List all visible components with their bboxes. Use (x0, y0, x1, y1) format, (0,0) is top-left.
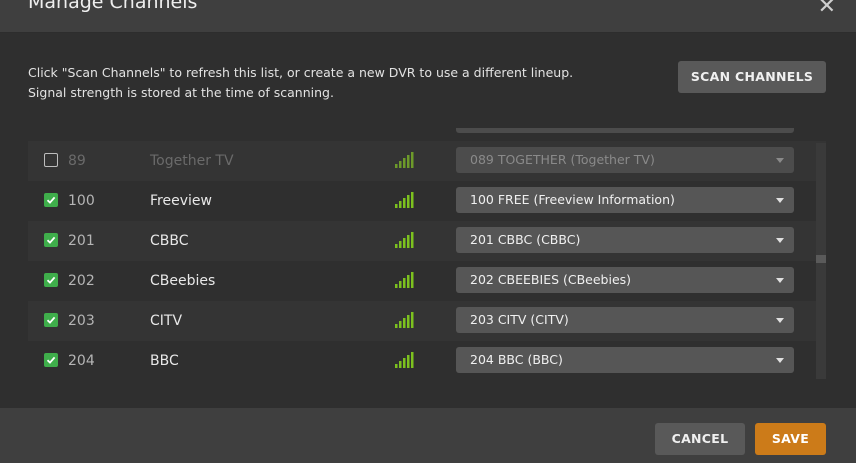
signal-strength-icon (395, 351, 417, 373)
channel-number: 204 (68, 353, 95, 369)
channel-mapping-select[interactable]: 204 BBC (BBC) (456, 347, 794, 373)
channel-name: CBBC (150, 233, 189, 249)
scrollbar[interactable] (816, 143, 826, 379)
channel-number: 202 (68, 273, 95, 289)
channel-mapping-value: 100 FREE (Freeview Information) (470, 192, 675, 207)
dialog-footer: CANCEL SAVE (0, 408, 856, 463)
channel-mapping-select[interactable]: 100 FREE (Freeview Information) (456, 187, 794, 213)
chevron-down-icon (776, 198, 784, 203)
checkbox-checked[interactable] (44, 193, 58, 207)
checkbox-checked[interactable] (44, 353, 58, 367)
close-icon[interactable]: ✕ (818, 0, 836, 19)
save-button[interactable]: SAVE (755, 423, 826, 455)
channel-mapping-select[interactable]: 089 TOGETHER (Together TV) (456, 147, 794, 173)
signal-strength-icon (395, 151, 417, 173)
scrollbar-thumb[interactable] (816, 255, 826, 263)
channel-mapping-value: 201 CBBC (CBBC) (470, 232, 581, 247)
channel-name: BBC (150, 353, 179, 369)
channel-row: 85 Hochanda 085 HOCH (Hochanda) (28, 128, 826, 141)
signal-strength-icon (395, 128, 417, 133)
checkbox-checked[interactable] (44, 273, 58, 287)
channel-row: 203 CITV 203 CITV (CITV) (28, 301, 826, 341)
description-text: Click "Scan Channels" to refresh this li… (28, 65, 574, 100)
chevron-down-icon (776, 278, 784, 283)
dialog-header: Manage Channels ✕ (0, 0, 856, 33)
channel-number: 100 (68, 193, 95, 209)
channel-mapping-select[interactable]: 201 CBBC (CBBC) (456, 227, 794, 253)
channel-name: CITV (150, 313, 183, 329)
channel-row: 89 Together TV 089 TOGETHER (Together TV) (28, 141, 826, 181)
chevron-down-icon (776, 318, 784, 323)
channel-number: 203 (68, 313, 95, 329)
channel-mapping-value: 203 CITV (CITV) (470, 312, 569, 327)
channel-mapping-select[interactable]: 203 CITV (CITV) (456, 307, 794, 333)
channel-number: 89 (68, 153, 86, 169)
signal-strength-icon (395, 271, 417, 293)
channel-name: Freeview (150, 193, 212, 209)
channel-mapping-select[interactable]: 202 CBEEBIES (CBeebies) (456, 267, 794, 293)
channel-mapping-value: 089 TOGETHER (Together TV) (470, 152, 655, 167)
checkbox-unchecked[interactable] (44, 153, 58, 167)
checkbox-checked[interactable] (44, 233, 58, 247)
chevron-down-icon (776, 238, 784, 243)
channel-mapping-value: 204 BBC (BBC) (470, 352, 563, 367)
channel-mapping-value: 202 CBEEBIES (CBeebies) (470, 272, 632, 287)
chevron-down-icon (776, 158, 784, 163)
channel-row: 201 CBBC 201 CBBC (CBBC) (28, 221, 826, 261)
channel-number: 85 (68, 128, 86, 129)
channel-list-panel: 85 Hochanda 085 HOCH (Hochanda) 89 Together … (0, 128, 856, 408)
channel-row: 204 BBC 204 BBC (BBC) (28, 341, 826, 378)
channel-mapping-value: 085 HOCH (Hochanda) (470, 128, 612, 133)
channel-name: CBeebies (150, 273, 216, 289)
signal-strength-icon (395, 191, 417, 213)
channel-name: Hochanda (150, 128, 221, 129)
channel-list[interactable]: 85 Hochanda 085 HOCH (Hochanda) 89 Together … (28, 128, 826, 378)
signal-strength-icon (395, 231, 417, 253)
channel-row: 202 CBeebies 202 CBEEBIES (CBeebies) (28, 261, 826, 301)
channel-row: 100 Freeview 100 FREE (Freeview Informatio… (28, 181, 826, 221)
dialog-title: Manage Channels (28, 0, 198, 13)
cancel-button[interactable]: CANCEL (655, 423, 745, 455)
channel-mapping-select[interactable]: 085 HOCH (Hochanda) (456, 128, 794, 133)
checkbox-checked[interactable] (44, 313, 58, 327)
chevron-down-icon (776, 358, 784, 363)
scan-channels-button[interactable]: SCAN CHANNELS (678, 61, 826, 93)
channel-name: Together TV (150, 153, 234, 169)
channel-number: 201 (68, 233, 95, 249)
signal-strength-icon (395, 311, 417, 333)
